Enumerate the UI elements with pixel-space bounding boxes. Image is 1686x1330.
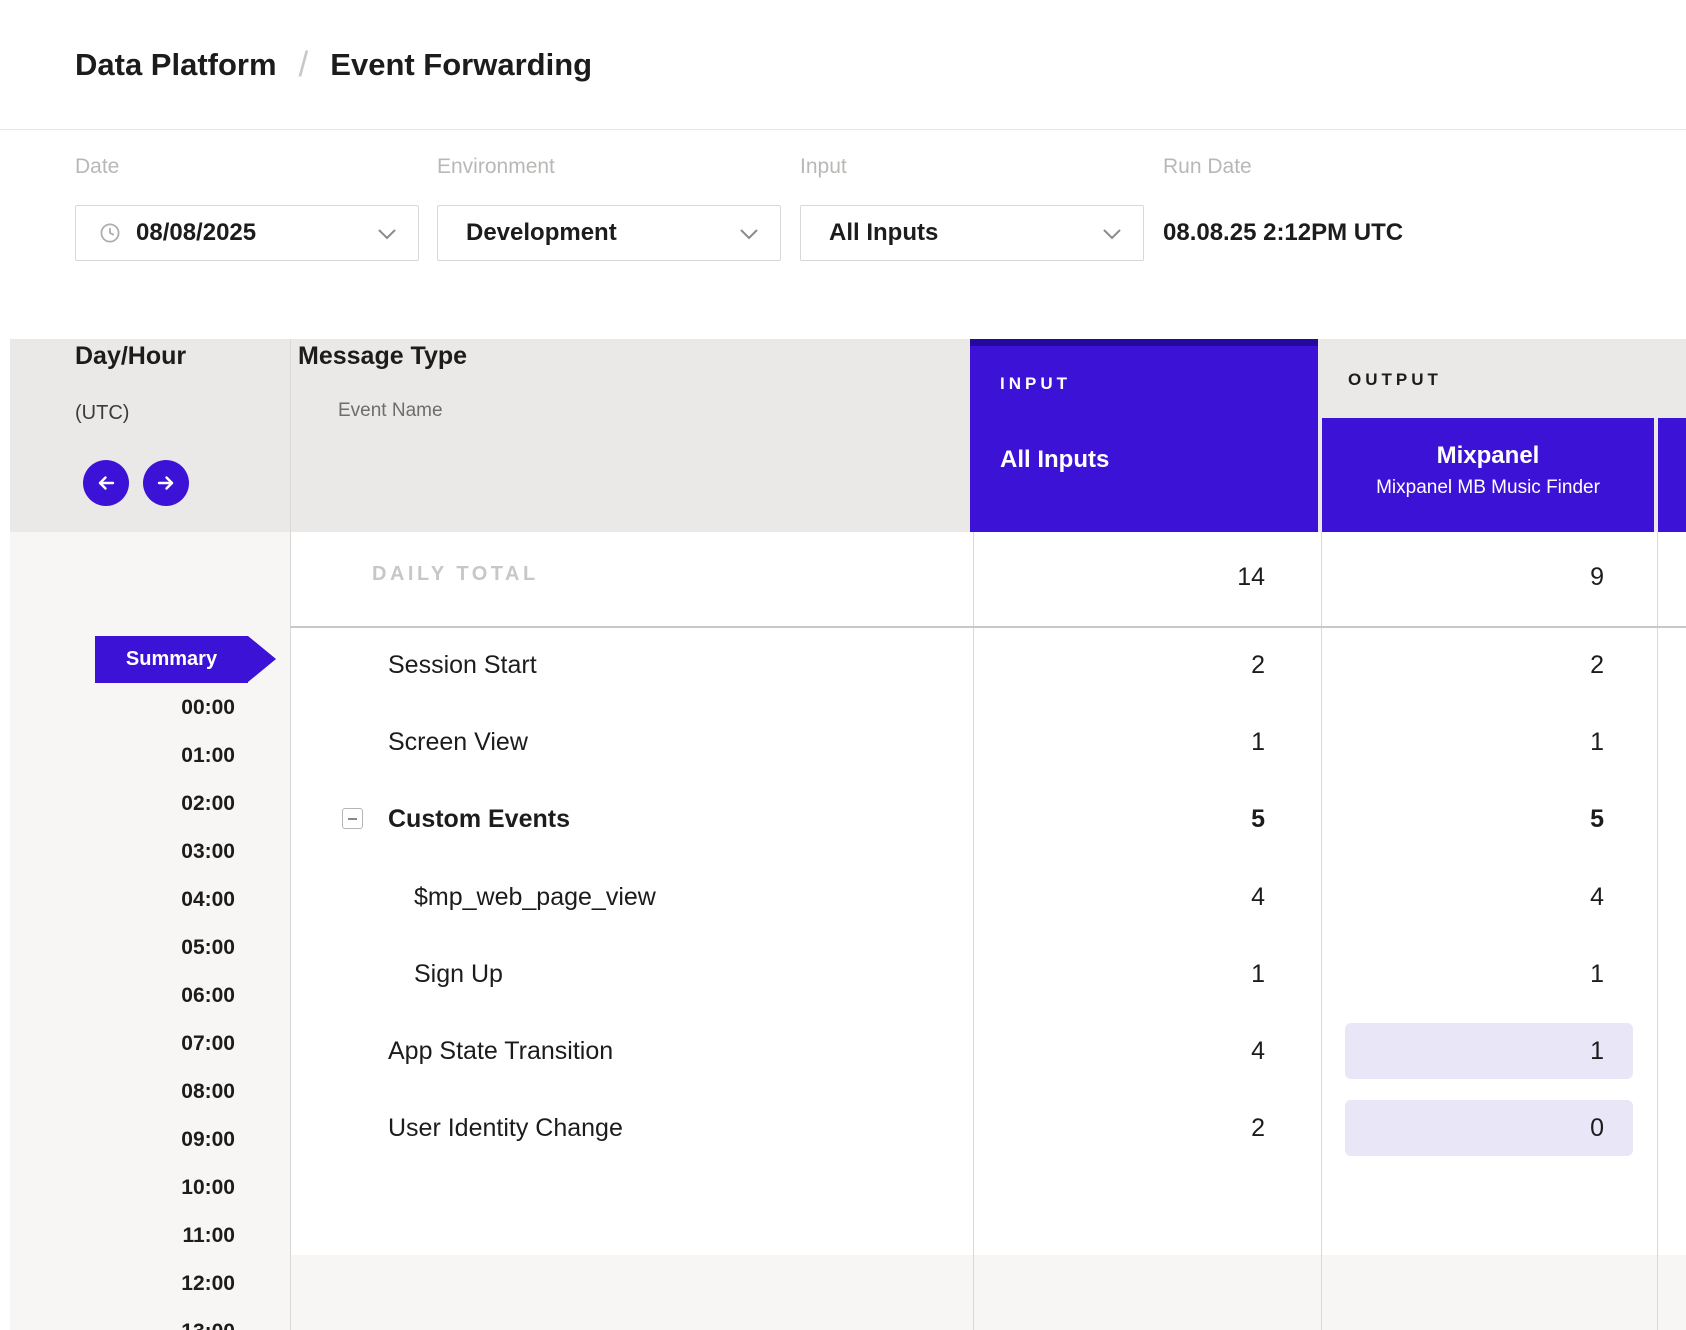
output-count-value: 1 — [1345, 1023, 1633, 1079]
date-value: 08/08/2025 — [136, 219, 256, 247]
clock-icon — [98, 221, 122, 245]
environment-value: Development — [466, 219, 617, 247]
summary-row-selector[interactable]: Summary — [95, 636, 248, 683]
input-count-cell: 1 — [973, 948, 1265, 1000]
date-dropdown[interactable]: 08/08/2025 — [75, 205, 419, 261]
top-bar: Data Platform / Event Forwarding — [0, 0, 1686, 130]
message-type-header: Message Type — [298, 342, 467, 371]
hour-row-selector[interactable]: 03:00 — [10, 828, 235, 876]
input-count-cell: 1 — [973, 716, 1265, 768]
event-name: Session Start — [388, 651, 537, 680]
breadcrumb-section[interactable]: Data Platform — [75, 47, 277, 83]
output-connection-subtitle: Mixpanel MB Music Finder — [1322, 477, 1654, 499]
next-day-button[interactable] — [143, 460, 189, 506]
day-hour-header: Day/Hour — [75, 342, 186, 371]
breadcrumb-separator: / — [299, 45, 309, 85]
run-date-value: 08.08.25 2:12PM UTC — [1163, 205, 1403, 261]
output-count-cell-highlighted: 1 — [1345, 1023, 1633, 1079]
hour-row-selector[interactable]: 04:00 — [10, 876, 235, 924]
event-name-subheader: Event Name — [338, 400, 443, 422]
event-name: User Identity Change — [388, 1114, 623, 1143]
daily-total-label: DAILY TOTAL — [372, 563, 539, 586]
event-name: App State Transition — [388, 1037, 613, 1066]
table-footer-strip — [290, 1255, 1686, 1330]
hour-row-selector[interactable]: 11:00 — [10, 1212, 235, 1260]
hour-row-selector[interactable]: 05:00 — [10, 924, 235, 972]
hour-row-selector[interactable]: 12:00 — [10, 1260, 235, 1308]
event-row-label: Screen View — [290, 704, 973, 780]
daily-total-output-value: 9 — [1321, 551, 1604, 603]
input-group-label: INPUT — [1000, 374, 1071, 394]
breadcrumb: Data Platform / Event Forwarding — [75, 45, 592, 85]
input-count-cell: 2 — [973, 639, 1265, 691]
hour-row-selector[interactable]: 13:00 — [10, 1308, 235, 1330]
hour-row-selector[interactable]: 00:00 — [10, 684, 235, 732]
input-count-cell: 5 — [973, 793, 1265, 845]
hour-row-selector[interactable]: 07:00 — [10, 1020, 235, 1068]
hour-row-selector[interactable]: 02:00 — [10, 780, 235, 828]
input-column-header[interactable]: INPUT All Inputs — [970, 339, 1318, 532]
input-count-cell: 4 — [973, 871, 1265, 923]
environment-filter-label: Environment — [437, 155, 555, 179]
day-hour-timezone: (UTC) — [75, 402, 129, 425]
hour-row-selector[interactable]: 01:00 — [10, 732, 235, 780]
run-date-label: Run Date — [1163, 155, 1252, 179]
output-count-cell-highlighted: 0 — [1345, 1100, 1633, 1156]
page-title: Event Forwarding — [330, 47, 592, 83]
event-name: Custom Events — [388, 805, 570, 834]
hour-row-selector[interactable]: 10:00 — [10, 1164, 235, 1212]
arrow-left-icon — [94, 471, 118, 495]
hour-row-selector[interactable]: 09:00 — [10, 1116, 235, 1164]
output-connection-name: Mixpanel — [1322, 442, 1654, 470]
event-forwarding-page: Data Platform / Event Forwarding Date En… — [0, 0, 1686, 1330]
output-count-cell: 4 — [1321, 871, 1604, 923]
output-group-label: OUTPUT — [1348, 370, 1442, 390]
input-count-cell: 4 — [973, 1025, 1265, 1077]
event-name: Sign Up — [414, 960, 503, 989]
chevron-down-icon — [740, 229, 758, 240]
output-count-cell: 2 — [1321, 639, 1604, 691]
chevron-down-icon — [1103, 229, 1121, 240]
arrow-right-icon — [154, 471, 178, 495]
event-name: Screen View — [388, 728, 528, 757]
output-column-header-mixpanel[interactable]: Mixpanel Mixpanel MB Music Finder — [1322, 418, 1654, 532]
event-name: $mp_web_page_view — [414, 883, 656, 912]
daily-total-input-value: 14 — [973, 551, 1265, 603]
event-row-label: Session Start — [290, 627, 973, 703]
event-row-label: User Identity Change — [290, 1090, 973, 1166]
column-divider — [1657, 532, 1658, 1330]
hour-row-selector[interactable]: 06:00 — [10, 972, 235, 1020]
environment-dropdown[interactable]: Development — [437, 205, 781, 261]
event-row-label: $mp_web_page_view — [290, 859, 973, 935]
input-count-cell: 2 — [973, 1102, 1265, 1154]
input-value: All Inputs — [829, 219, 938, 247]
input-filter-label: Input — [800, 155, 847, 179]
output-count-cell: 1 — [1321, 716, 1604, 768]
chevron-down-icon — [378, 229, 396, 240]
output-count-value: 0 — [1345, 1100, 1633, 1156]
event-row-label: Custom Events — [290, 781, 973, 857]
hour-row-selector[interactable]: 08:00 — [10, 1068, 235, 1116]
output-column-header-partial — [1658, 418, 1686, 532]
input-dropdown[interactable]: All Inputs — [800, 205, 1144, 261]
event-row-label: App State Transition — [290, 1013, 973, 1089]
output-count-cell: 1 — [1321, 948, 1604, 1000]
output-count-cell: 5 — [1321, 793, 1604, 845]
input-column-title: All Inputs — [1000, 446, 1109, 474]
date-filter-label: Date — [75, 155, 119, 179]
previous-day-button[interactable] — [83, 460, 129, 506]
collapse-icon[interactable] — [342, 808, 363, 829]
event-row-label: Sign Up — [290, 936, 973, 1012]
